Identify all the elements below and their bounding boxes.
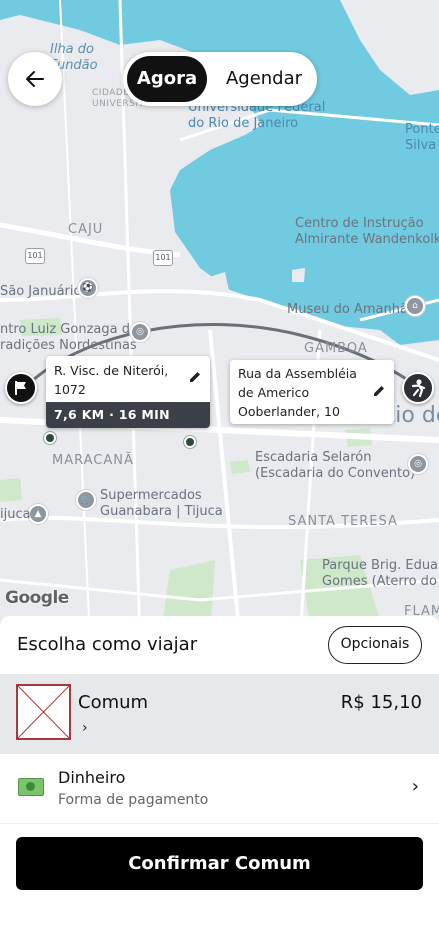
back-button[interactable] — [8, 52, 62, 106]
map-label-parque: Parque Brig. Eduard Gomes (Aterro do — [322, 558, 439, 589]
optional-button[interactable]: Opcionais — [328, 626, 422, 664]
origin-pin[interactable] — [5, 372, 37, 404]
pencil-icon[interactable] — [188, 370, 202, 384]
origin-address: R. Visc. de Niterói, 1072 — [54, 363, 169, 397]
map-label-caju: CAJU — [68, 222, 104, 237]
map-label-ponte: Ponte Silva — [405, 122, 439, 153]
person-icon — [411, 379, 426, 398]
payment-method-row[interactable]: Dinheiro Forma de pagamento › — [0, 754, 439, 824]
chevron-right-icon: › — [411, 776, 419, 797]
payment-method-subtitle: Forma de pagamento — [58, 792, 209, 808]
map-label-tijuca: ijuca — [0, 507, 31, 522]
ride-image-placeholder — [16, 684, 71, 740]
map-label-maracana: MARACANÃ — [52, 453, 134, 468]
sheet-title: Escolha como viajar — [17, 634, 198, 655]
metro-station-icon — [184, 436, 196, 448]
destination-address: Rua da Assembléia de Americo Ooberlander… — [238, 366, 357, 419]
now-option[interactable]: Agora — [127, 56, 207, 102]
destination-address-card[interactable]: Rua da Assembléia de Americo Ooberlander… — [230, 360, 394, 424]
origin-address-card[interactable]: R. Visc. de Niterói, 1072 7,6 KM · 16 MI… — [46, 356, 210, 428]
ride-options-sheet: Escolha como viajar Opcionais Comum › R$… — [0, 616, 439, 950]
ride-name: Comum — [78, 692, 149, 713]
flag-icon — [15, 381, 26, 395]
highway-shield: 101 — [153, 250, 173, 266]
shopping-cart-poi-icon[interactable]: 🛒 — [76, 490, 96, 510]
map-label-sao-januario: São Januário — [0, 284, 82, 299]
shopping-poi-icon[interactable]: ▲ — [28, 504, 48, 524]
confirm-ride-button[interactable]: Confirmar Comum — [16, 837, 423, 890]
museum-poi-icon[interactable]: ⌂ — [405, 296, 425, 316]
broken-image-icon — [17, 685, 70, 739]
google-logo: Google — [5, 588, 69, 608]
route-distance-time: 7,6 KM · 16 MIN — [46, 402, 210, 428]
highway-shield: 101 — [25, 248, 45, 264]
stadium-poi-icon[interactable]: ⚽ — [78, 278, 98, 298]
map-label-supermercados: Supermercados Guanabara | Tijuca — [100, 488, 223, 519]
destination-pin[interactable] — [402, 372, 434, 404]
map-label-gamboa: GAMBOA — [304, 341, 368, 356]
arrow-left-icon — [26, 71, 44, 87]
ride-time-toggle: Agora Agendar — [123, 52, 317, 106]
camera-poi-icon[interactable]: ◎ — [408, 454, 428, 474]
payment-method-name: Dinheiro — [58, 768, 126, 787]
chevron-right-icon[interactable]: › — [82, 720, 88, 736]
pencil-icon[interactable] — [372, 384, 386, 398]
metro-station-icon — [44, 432, 56, 444]
map-label-centro-instrucao: Centro de Instrução Almirante Wandenkolk — [295, 216, 439, 247]
ride-option-comum[interactable]: Comum › R$ 15,10 — [0, 674, 439, 754]
ride-price: R$ 15,10 — [340, 692, 422, 713]
map-label-escadaria: Escadaria Selarón (Escadaria do Convento) — [255, 450, 416, 481]
camera-poi-icon[interactable]: ◎ — [130, 322, 150, 342]
cash-icon — [18, 778, 44, 796]
schedule-option[interactable]: Agendar — [215, 56, 313, 102]
map-label-santa-teresa: SANTA TERESA — [288, 514, 398, 529]
map-label-luiz-gonzaga: ntro Luiz Gonzaga de radições Nordestinas — [0, 322, 138, 353]
map-label-museu: Museu do Amanhã — [287, 302, 408, 317]
